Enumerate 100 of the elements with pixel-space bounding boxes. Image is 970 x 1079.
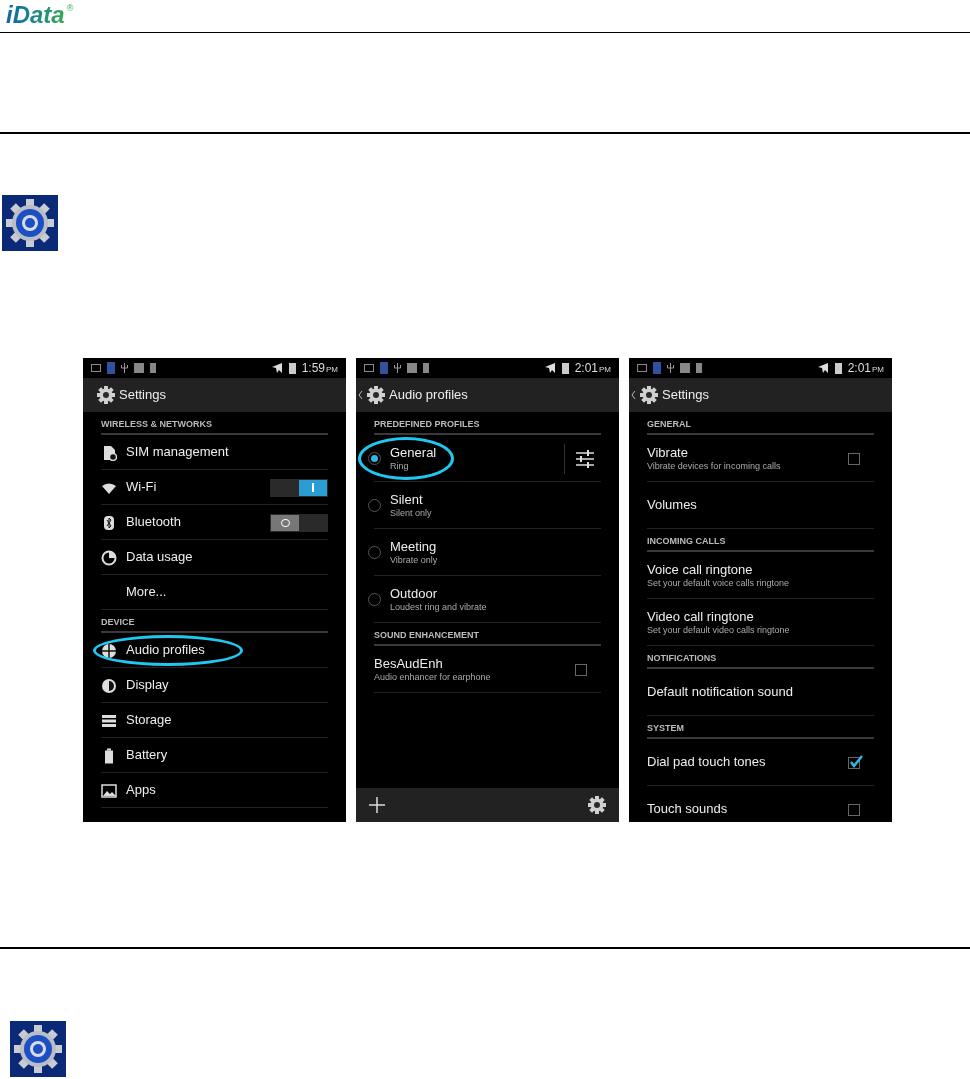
item-subtitle: Set your default voice calls ringtone bbox=[647, 578, 790, 590]
item-label: Meeting bbox=[390, 538, 438, 555]
checkbox[interactable] bbox=[848, 803, 860, 816]
back-caret-icon[interactable] bbox=[631, 390, 636, 400]
battery-icon bbox=[288, 362, 296, 374]
item-subtitle: Loudest ring and vibrate bbox=[390, 602, 487, 614]
item-label: Display bbox=[126, 677, 169, 694]
list-item[interactable]: Outdoor Loudest ring and vibrate bbox=[356, 576, 619, 623]
settings-icon bbox=[639, 385, 659, 405]
item-label: Storage bbox=[126, 712, 172, 729]
item-label: Apps bbox=[126, 782, 156, 799]
battery-icon bbox=[834, 362, 842, 374]
settings-icon bbox=[366, 385, 386, 405]
list-item[interactable]: Data usage bbox=[83, 540, 346, 575]
item-label: Touch sounds bbox=[647, 801, 728, 818]
checkbox[interactable] bbox=[848, 756, 860, 769]
list-item[interactable]: SIM management bbox=[83, 435, 346, 470]
settings-icon bbox=[96, 385, 116, 405]
item-subtitle: Set your default video calls ringtone bbox=[647, 625, 790, 637]
list-item[interactable]: Meeting Vibrate only bbox=[356, 529, 619, 576]
list-item[interactable]: Apps bbox=[83, 773, 346, 808]
item-label: Voice call ringtone bbox=[647, 561, 754, 578]
section-header: NOTIFICATIONS bbox=[647, 654, 717, 663]
item-label: Audio profiles bbox=[126, 642, 205, 659]
sliders-icon[interactable] bbox=[575, 449, 595, 468]
item-label: Silent bbox=[390, 491, 424, 508]
phone-icon bbox=[107, 362, 115, 374]
item-label: SIM management bbox=[126, 444, 229, 461]
list-item[interactable]: Touch sounds bbox=[629, 786, 892, 822]
item-label: Outdoor bbox=[390, 585, 438, 602]
usb-icon bbox=[667, 363, 674, 373]
section-header: DEVICE bbox=[101, 618, 135, 627]
item-label: Dial pad touch tones bbox=[647, 754, 766, 771]
section-header: SYSTEM bbox=[647, 724, 684, 733]
airplane-icon bbox=[543, 362, 556, 374]
reset-settings-icon bbox=[587, 795, 607, 815]
registered-mark: ® bbox=[66, 4, 74, 13]
airplane-icon bbox=[270, 362, 283, 374]
screen-title: Settings bbox=[662, 386, 709, 405]
item-subtitle: Ring bbox=[390, 461, 410, 473]
item-label: More... bbox=[126, 584, 167, 601]
list-item[interactable]: Battery bbox=[83, 738, 346, 773]
settings-app-icon bbox=[2, 195, 58, 251]
back-caret-icon[interactable] bbox=[358, 390, 363, 400]
clock-time: 2:01PM bbox=[847, 362, 884, 374]
list-item[interactable]: Voice call ringtone Set your default voice calls ringtone bbox=[629, 552, 892, 599]
item-subtitle: Silent only bbox=[390, 508, 432, 520]
item-subtitle: Audio enhancer for earphone bbox=[374, 672, 491, 684]
list-item[interactable]: Storage bbox=[83, 703, 346, 738]
screen-title: Audio profiles bbox=[389, 386, 468, 405]
list-item[interactable]: Audio profiles bbox=[83, 633, 346, 668]
list-item[interactable]: General Ring bbox=[356, 435, 619, 482]
list-item[interactable]: More... bbox=[83, 575, 346, 610]
item-label: Data usage bbox=[126, 549, 193, 566]
section-header: INCOMING CALLS bbox=[647, 537, 726, 546]
item-label: Bluetooth bbox=[126, 514, 181, 531]
usb-icon bbox=[121, 363, 128, 373]
item-label: Vibrate bbox=[647, 444, 689, 461]
item-label: General bbox=[390, 444, 437, 461]
checkbox[interactable] bbox=[575, 663, 587, 676]
checkbox[interactable] bbox=[848, 452, 860, 465]
notification-icon bbox=[364, 364, 374, 372]
item-subtitle: Vibrate only bbox=[390, 555, 438, 567]
notification-icon bbox=[637, 364, 647, 372]
add-icon[interactable] bbox=[368, 796, 386, 814]
list-item[interactable]: Dial pad touch tones bbox=[629, 739, 892, 786]
list-item[interactable]: Vibrate Vibrate devices for incoming calls bbox=[629, 435, 892, 482]
notification-icon bbox=[91, 364, 101, 372]
item-label: Wi-Fi bbox=[126, 479, 157, 496]
phone-icon bbox=[380, 362, 388, 374]
list-item[interactable]: Video call ringtone Set your default video calls ringtone bbox=[629, 599, 892, 646]
list-item[interactable]: Wi-Fi bbox=[83, 470, 346, 505]
screen-title: Settings bbox=[119, 386, 166, 405]
list-item[interactable]: BesAudEnh Audio enhancer for earphone bbox=[356, 646, 619, 693]
list-item[interactable]: Bluetooth bbox=[83, 505, 346, 540]
airplane-icon bbox=[816, 362, 829, 374]
list-item[interactable]: Display bbox=[83, 668, 346, 703]
sim-card-icon bbox=[101, 444, 117, 461]
clock-time: 1:59PM bbox=[301, 362, 338, 374]
item-label: BesAudEnh bbox=[374, 655, 444, 672]
pie-chart-icon bbox=[101, 549, 117, 566]
list-item[interactable]: Silent Silent only bbox=[356, 482, 619, 529]
bluetooth-icon bbox=[101, 514, 117, 531]
sound-profile-icon bbox=[101, 642, 117, 659]
toggle-switch[interactable] bbox=[270, 478, 328, 497]
picture-frame-icon bbox=[101, 782, 117, 799]
section-header: SOUND ENHANCEMENT bbox=[374, 631, 479, 640]
list-item[interactable]: Volumes bbox=[629, 482, 892, 529]
item-label: Default notification sound bbox=[647, 684, 793, 701]
usb-icon bbox=[394, 363, 401, 373]
list-item[interactable]: Default notification sound bbox=[629, 669, 892, 716]
item-label: Battery bbox=[126, 747, 168, 764]
section-header: GENERAL bbox=[647, 420, 691, 429]
phone-icon bbox=[653, 362, 661, 374]
section-header: WIRELESS & NETWORKS bbox=[101, 420, 212, 429]
storage-icon bbox=[101, 712, 117, 729]
brightness-icon bbox=[101, 677, 117, 694]
battery-icon bbox=[561, 362, 569, 374]
item-label: Video call ringtone bbox=[647, 608, 755, 625]
toggle-switch[interactable] bbox=[270, 513, 328, 532]
